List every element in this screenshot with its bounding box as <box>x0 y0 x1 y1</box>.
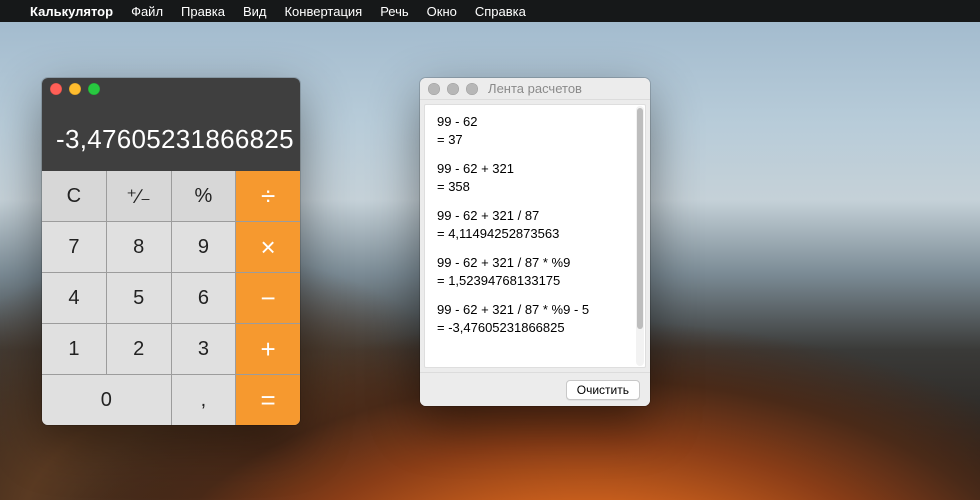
plus-button[interactable]: + <box>236 324 300 374</box>
digit-3-button[interactable]: 3 <box>172 324 236 374</box>
app-menu[interactable]: Калькулятор <box>30 4 113 19</box>
digit-7-button[interactable]: 7 <box>42 222 106 272</box>
menu-window[interactable]: Окно <box>427 4 457 19</box>
menu-view[interactable]: Вид <box>243 4 267 19</box>
tape-result: = -3,47605231866825 <box>437 319 633 337</box>
digit-0-button[interactable]: 0 <box>42 375 171 425</box>
scrollbar[interactable] <box>636 106 644 366</box>
tape-result: = 358 <box>437 178 633 196</box>
multiply-button[interactable]: × <box>236 222 300 272</box>
tape-entry: 99 - 62 + 321 = 358 <box>437 160 633 195</box>
close-icon[interactable] <box>428 83 440 95</box>
digit-4-button[interactable]: 4 <box>42 273 106 323</box>
menu-help[interactable]: Справка <box>475 4 526 19</box>
calculator-window: -3,47605231866825 C ⁺∕₋ % ÷ 7 8 9 × 4 5 … <box>42 78 300 425</box>
menu-edit[interactable]: Правка <box>181 4 225 19</box>
tape-titlebar[interactable]: Лента расчетов <box>420 78 650 100</box>
equals-button[interactable]: = <box>236 375 300 425</box>
tape-result: = 1,52394768133175 <box>437 272 633 290</box>
digit-1-button[interactable]: 1 <box>42 324 106 374</box>
tape-entry: 99 - 62 + 321 / 87 = 4,11494252873563 <box>437 207 633 242</box>
minimize-icon[interactable] <box>69 83 81 95</box>
traffic-lights <box>428 83 478 95</box>
calculator-keypad: C ⁺∕₋ % ÷ 7 8 9 × 4 5 6 − 1 2 3 + 0 , = <box>42 171 300 425</box>
minimize-icon[interactable] <box>447 83 459 95</box>
decimal-button[interactable]: , <box>172 375 236 425</box>
zoom-icon[interactable] <box>88 83 100 95</box>
close-icon[interactable] <box>50 83 62 95</box>
digit-5-button[interactable]: 5 <box>107 273 171 323</box>
minus-button[interactable]: − <box>236 273 300 323</box>
tape-window: Лента расчетов 99 - 62 = 37 99 - 62 + 32… <box>420 78 650 406</box>
tape-expression: 99 - 62 <box>437 113 633 131</box>
scroll-thumb[interactable] <box>637 108 643 329</box>
tape-content: 99 - 62 = 37 99 - 62 + 321 = 358 99 - 62… <box>424 104 646 368</box>
clear-button[interactable]: C <box>42 171 106 221</box>
tape-expression: 99 - 62 + 321 / 87 * %9 - 5 <box>437 301 633 319</box>
menu-speech[interactable]: Речь <box>380 4 408 19</box>
divide-button[interactable]: ÷ <box>236 171 300 221</box>
tape-entry: 99 - 62 + 321 / 87 * %9 - 5 = -3,4760523… <box>437 301 633 336</box>
digit-8-button[interactable]: 8 <box>107 222 171 272</box>
tape-footer: Очистить <box>420 372 650 406</box>
menu-file[interactable]: Файл <box>131 4 163 19</box>
menu-convert[interactable]: Конвертация <box>284 4 362 19</box>
percent-button[interactable]: % <box>172 171 236 221</box>
calculator-display: -3,47605231866825 <box>42 100 300 171</box>
zoom-icon[interactable] <box>466 83 478 95</box>
menu-bar: Калькулятор Файл Правка Вид Конвертация … <box>0 0 980 22</box>
tape-result: = 37 <box>437 131 633 149</box>
tape-entry: 99 - 62 + 321 / 87 * %9 = 1,523947681331… <box>437 254 633 289</box>
sign-button[interactable]: ⁺∕₋ <box>107 171 171 221</box>
tape-expression: 99 - 62 + 321 <box>437 160 633 178</box>
tape-expression: 99 - 62 + 321 / 87 * %9 <box>437 254 633 272</box>
clear-tape-button[interactable]: Очистить <box>566 380 640 400</box>
tape-result: = 4,11494252873563 <box>437 225 633 243</box>
digit-6-button[interactable]: 6 <box>172 273 236 323</box>
calculator-titlebar[interactable] <box>42 78 300 100</box>
digit-2-button[interactable]: 2 <box>107 324 171 374</box>
digit-9-button[interactable]: 9 <box>172 222 236 272</box>
traffic-lights <box>50 83 100 95</box>
tape-expression: 99 - 62 + 321 / 87 <box>437 207 633 225</box>
tape-entry: 99 - 62 = 37 <box>437 113 633 148</box>
